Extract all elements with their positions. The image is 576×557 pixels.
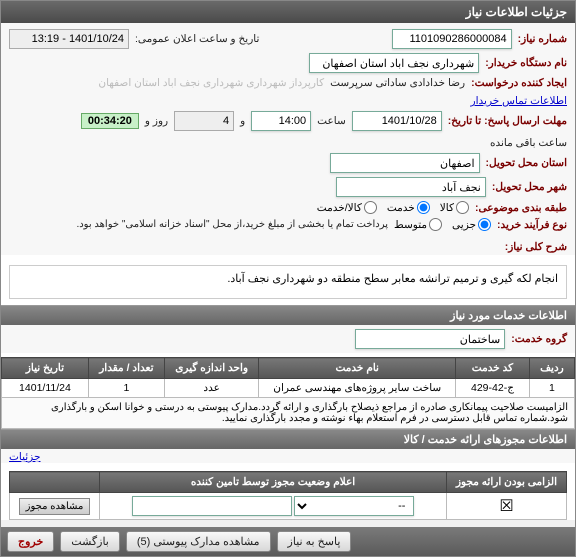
radio-goods[interactable]: کالا	[440, 201, 469, 214]
th-qty: تعداد / مقدار	[88, 358, 164, 379]
label-need-no: شماره نیاز:	[518, 33, 567, 45]
label-remaining: ساعت باقی مانده	[490, 137, 567, 149]
back-button[interactable]: بازگشت	[60, 531, 120, 552]
th-mandatory: الزامی بودن ارائه مجوز	[447, 472, 567, 493]
buyer-contact-link[interactable]: اطلاعات تماس خریدار	[471, 95, 567, 107]
table-row[interactable]: 1 ج-42-429 ساخت سایر پروژه‌های مهندسی عم…	[2, 379, 575, 398]
main-form: شماره نیاز: تاریخ و ساعت اعلان عمومی: نا…	[1, 23, 575, 241]
details-link[interactable]: جزئیات	[9, 451, 40, 463]
auth-header-row: الزامی بودن ارائه مجوز اعلام وضعیت مجوز …	[10, 472, 567, 493]
section-auth-header: اطلاعات مجوزهای ارائه خدمت / کالا	[1, 429, 575, 449]
table-note-row: الزامیست صلاحیت پیمانکاری صادره از مراجع…	[2, 398, 575, 429]
label-ptype: نوع فرآیند خرید:	[497, 219, 567, 231]
footer-bar: خروج بازگشت مشاهده مدارک پیوستی (5) پاسخ…	[1, 527, 575, 556]
mandatory-check: ☒	[447, 493, 567, 520]
items-table: ردیف کد خدمت نام خدمت واحد اندازه گیری ت…	[1, 357, 575, 429]
view-permit-button[interactable]: مشاهده مجوز	[19, 498, 91, 515]
window-title: جزئیات اطلاعات نیاز	[1, 1, 575, 23]
th-action	[10, 472, 100, 493]
label-service-group: گروه خدمت:	[511, 333, 567, 345]
th-status: اعلام وضعیت مجوز توسط تامین کننده	[100, 472, 447, 493]
action-cell: مشاهده مجوز	[10, 493, 100, 520]
cell-qty: 1	[88, 379, 164, 398]
cell-date: 1401/11/24	[2, 379, 89, 398]
section-items-header: اطلاعات خدمات مورد نیاز	[1, 305, 575, 325]
purchase-note: پرداخت تمام یا بخشی از مبلغ خرید،از محل …	[76, 219, 388, 230]
th-unit: واحد اندازه گیری	[164, 358, 259, 379]
label-deadline: مهلت ارسال پاسخ: تا تاریخ:	[448, 115, 567, 127]
city-input[interactable]	[336, 177, 486, 197]
service-group-input[interactable]	[355, 329, 505, 349]
radio-medium[interactable]: متوسط	[394, 218, 442, 231]
status-select[interactable]: --	[294, 496, 414, 516]
status-cell: --	[100, 493, 447, 520]
radio-both[interactable]: کالا/خدمت	[317, 201, 377, 214]
cell-code: ج-42-429	[456, 379, 530, 398]
category-radios: کالا خدمت کالا/خدمت	[317, 201, 469, 214]
label-creator: ایجاد کننده درخواست:	[471, 77, 567, 89]
status-text[interactable]	[132, 496, 292, 516]
general-desc-box: انجام لکه گیری و ترمیم ترانشه معابر سطح …	[9, 265, 567, 299]
creator-role: کارپرداز شهرداری شهرداری نجف اباد استان …	[98, 77, 324, 89]
table-note: الزامیست صلاحیت پیمانکاری صادره از مراجع…	[2, 398, 575, 429]
remaining-time: 00:34:20	[81, 113, 139, 129]
announce-datetime	[9, 29, 129, 49]
exit-button[interactable]: خروج	[7, 531, 54, 552]
deadline-date[interactable]	[352, 111, 442, 131]
attachments-button[interactable]: مشاهده مدارک پیوستی (5)	[126, 531, 271, 552]
window: جزئیات اطلاعات نیاز شماره نیاز: تاریخ و …	[0, 0, 576, 557]
label-province: استان محل تحویل:	[486, 157, 567, 169]
remaining-days	[174, 111, 234, 131]
label-and: و	[240, 115, 245, 127]
label-buyer-org: نام دستگاه خریدار:	[485, 57, 567, 69]
cell-idx: 1	[529, 379, 574, 398]
radio-partial[interactable]: جزیی	[452, 218, 491, 231]
province-input[interactable]	[330, 153, 480, 173]
respond-button[interactable]: پاسخ به نیاز	[277, 531, 352, 552]
th-code: کد خدمت	[456, 358, 530, 379]
auth-table: الزامی بودن ارائه مجوز اعلام وضعیت مجوز …	[9, 471, 567, 520]
radio-service[interactable]: خدمت	[387, 201, 430, 214]
ptype-radios: جزیی متوسط	[394, 218, 491, 231]
creator-name: رضا خدادادی ساداتی سرپرست	[330, 77, 465, 89]
label-category: طبقه بندی موضوعی:	[475, 202, 567, 214]
cell-unit: عدد	[164, 379, 259, 398]
deadline-time[interactable]	[251, 111, 311, 131]
label-announce: تاریخ و ساعت اعلان عمومی:	[135, 33, 259, 45]
need-no-input[interactable]	[392, 29, 512, 49]
label-general-desc: شرح کلی نیاز:	[505, 241, 567, 253]
filler	[1, 520, 575, 527]
label-time1: ساعت	[317, 115, 346, 127]
items-header-row: ردیف کد خدمت نام خدمت واحد اندازه گیری ت…	[2, 358, 575, 379]
th-date: تاریخ نیاز	[2, 358, 89, 379]
label-day: روز و	[145, 115, 168, 127]
th-name: نام خدمت	[259, 358, 456, 379]
th-idx: ردیف	[529, 358, 574, 379]
auth-row: ☒ -- مشاهده مجوز	[10, 493, 567, 520]
cell-name: ساخت سایر پروژه‌های مهندسی عمران	[259, 379, 456, 398]
label-city: شهر محل تحویل:	[492, 181, 567, 193]
buyer-org-input[interactable]	[309, 53, 479, 73]
